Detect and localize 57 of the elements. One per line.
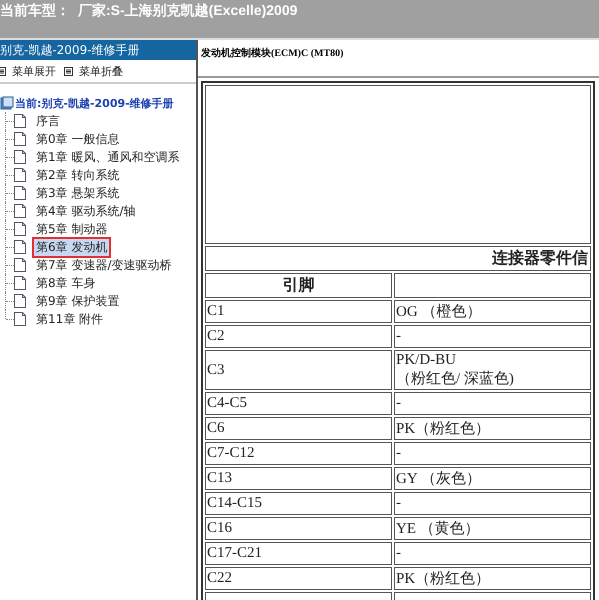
- table-cell: YE （黄色）: [394, 517, 591, 540]
- tree-item[interactable]: 第0章 一般信息: [32, 128, 124, 150]
- table-cell: C14-C15: [205, 492, 392, 515]
- table-cell: C16: [205, 517, 392, 540]
- table-cell: PK（粉红色）: [394, 417, 591, 440]
- table-cell: GY （灰色）: [394, 467, 591, 490]
- document-icon: [14, 114, 26, 128]
- document-icon: [14, 204, 26, 218]
- tree-item[interactable]: 第11章 附件: [32, 308, 108, 330]
- tree-item[interactable]: 第8章 车身: [32, 272, 100, 294]
- tree-root[interactable]: 当前:别克-凯越-2009-维修手册: [15, 96, 174, 110]
- table-cell: PK（粉红色）: [394, 567, 591, 590]
- table-cell: -: [394, 392, 591, 415]
- table-cell: C17-C21: [205, 542, 392, 565]
- document-icon: [14, 150, 26, 164]
- column-header: 引脚: [205, 273, 392, 298]
- table-cell: C2: [205, 325, 392, 348]
- table-cell: C4-C5: [205, 392, 392, 415]
- tree-item[interactable]: 第9章 保护装置: [32, 290, 124, 312]
- table-cell: -: [394, 442, 591, 465]
- document-icon: [14, 132, 26, 146]
- document-icon: [14, 240, 26, 254]
- tree-item[interactable]: 第3章 悬架系统: [32, 182, 124, 204]
- tree-item[interactable]: 第7章 变速器/变速驱动桥: [32, 254, 176, 276]
- table-cell: C7-C12: [205, 442, 392, 465]
- table-cell: C3: [205, 350, 392, 390]
- table-cell: PK/D-BU （粉红色/ 深蓝色): [394, 350, 591, 390]
- table-cell: C22: [205, 567, 392, 590]
- menu-toggle-button[interactable]: 菜单展开: [0, 64, 56, 78]
- car-model-label: 当前车型：: [0, 1, 70, 20]
- table-cell: OG （橙色）: [394, 300, 591, 323]
- table-cell: -: [394, 542, 591, 565]
- document-icon: [14, 312, 26, 326]
- tree-item[interactable]: 第5章 制动器: [32, 218, 112, 240]
- manual-title: 别克-凯越-2009-维修手册: [0, 40, 196, 60]
- list-icon: [64, 66, 73, 76]
- document-icon: [14, 258, 26, 272]
- document-icon: [14, 222, 26, 236]
- tree-item[interactable]: 第6章 发动机: [32, 236, 112, 258]
- document-icon: [14, 294, 26, 308]
- document-icon: [14, 276, 26, 290]
- tree-item[interactable]: 序言: [32, 110, 64, 132]
- document-icon: [14, 168, 26, 182]
- page-title: 发动机控制模块(ECM)C (MT80): [201, 46, 344, 61]
- car-model-value: 厂家:S-上海别克凯越(Excelle)2009: [78, 1, 298, 20]
- table-cell: C13: [205, 467, 392, 490]
- menu-toggle-button[interactable]: 菜单折叠: [64, 64, 123, 78]
- table-cell: C6: [205, 417, 392, 440]
- table-cell: -: [394, 492, 591, 515]
- document-icon: [14, 186, 26, 200]
- table-cell: -: [394, 325, 591, 348]
- tree-item[interactable]: 第1章 暖风、通风和空调系: [32, 146, 184, 168]
- tree-item[interactable]: 第4章 驱动系统/轴: [32, 200, 140, 222]
- book-icon: [0, 96, 14, 110]
- table-cell: C1: [205, 300, 392, 323]
- tree-item[interactable]: 第2章 转向系统: [32, 164, 124, 186]
- table-caption: 连接器零件信: [205, 246, 591, 271]
